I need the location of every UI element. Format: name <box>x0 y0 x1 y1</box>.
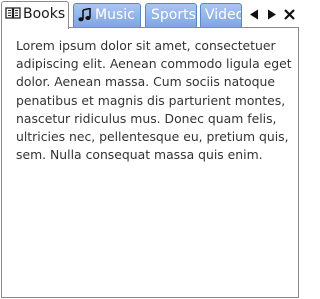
tab-widget: Books Music Sports Video Lorem ipsum dol… <box>0 0 300 299</box>
tab-books-label: Books <box>23 6 66 22</box>
tab-books[interactable]: Books <box>1 1 69 29</box>
tab-bar: Books Music Sports Video <box>1 1 299 29</box>
tab-music-label: Music <box>95 7 135 23</box>
panel-text: Lorem ipsum dolor sit amet, consectetuer… <box>16 38 292 163</box>
tab-sports-label: Sports <box>151 7 196 23</box>
close-icon <box>284 9 295 20</box>
triangle-right-icon <box>268 9 276 20</box>
tab-video[interactable]: Video <box>200 3 242 27</box>
tab-music[interactable]: Music <box>73 3 141 27</box>
tab-video-label: Video <box>205 7 242 23</box>
tab-content-panel: Lorem ipsum dolor sit amet, consectetuer… <box>1 27 299 298</box>
music-note-icon <box>77 4 93 26</box>
book-icon <box>5 2 21 24</box>
triangle-left-icon <box>250 9 258 20</box>
scroll-tabs-right-button[interactable] <box>265 4 279 24</box>
tab-sports[interactable]: Sports <box>145 3 197 27</box>
scroll-tabs-left-button[interactable] <box>247 4 261 24</box>
close-tab-button[interactable] <box>282 4 296 24</box>
